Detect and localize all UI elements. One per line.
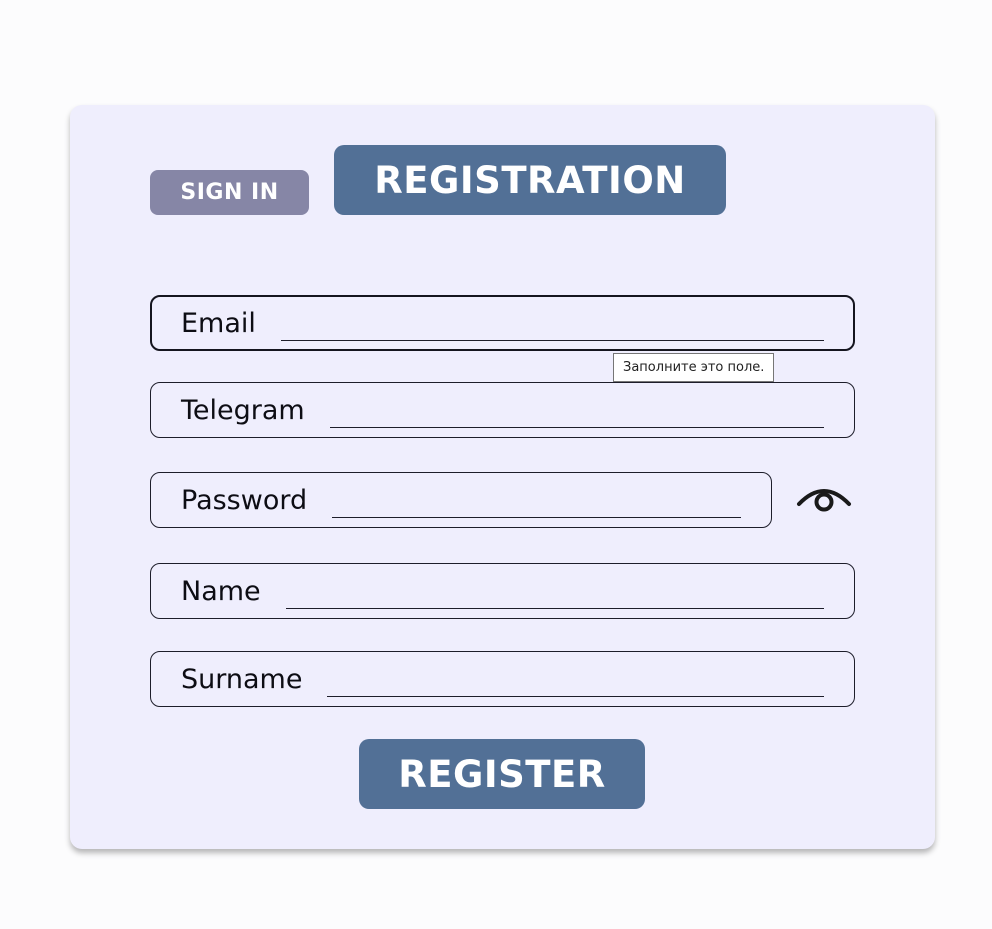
telegram-field: Telegram xyxy=(150,382,855,438)
surname-input[interactable] xyxy=(327,671,824,697)
email-label: Email xyxy=(181,307,256,339)
surname-label: Surname xyxy=(181,663,303,695)
name-input[interactable] xyxy=(285,583,824,609)
validation-tooltip: Заполните это поле. xyxy=(613,353,775,382)
email-input[interactable] xyxy=(280,315,824,341)
password-field: Password xyxy=(150,472,772,528)
surname-field: Surname xyxy=(150,651,855,707)
eye-icon[interactable] xyxy=(795,478,853,520)
password-input[interactable] xyxy=(332,492,741,518)
registration-card: SIGN IN REGISTRATION Email Заполните это… xyxy=(70,105,935,849)
telegram-input[interactable] xyxy=(329,402,824,428)
telegram-label: Telegram xyxy=(181,394,305,426)
name-field: Name xyxy=(150,563,855,619)
email-field: Email xyxy=(150,295,855,351)
registration-tab[interactable]: REGISTRATION xyxy=(334,145,726,215)
sign-in-tab[interactable]: SIGN IN xyxy=(150,170,309,215)
password-label: Password xyxy=(181,484,308,516)
register-button[interactable]: REGISTER xyxy=(359,739,645,809)
name-label: Name xyxy=(181,575,261,607)
